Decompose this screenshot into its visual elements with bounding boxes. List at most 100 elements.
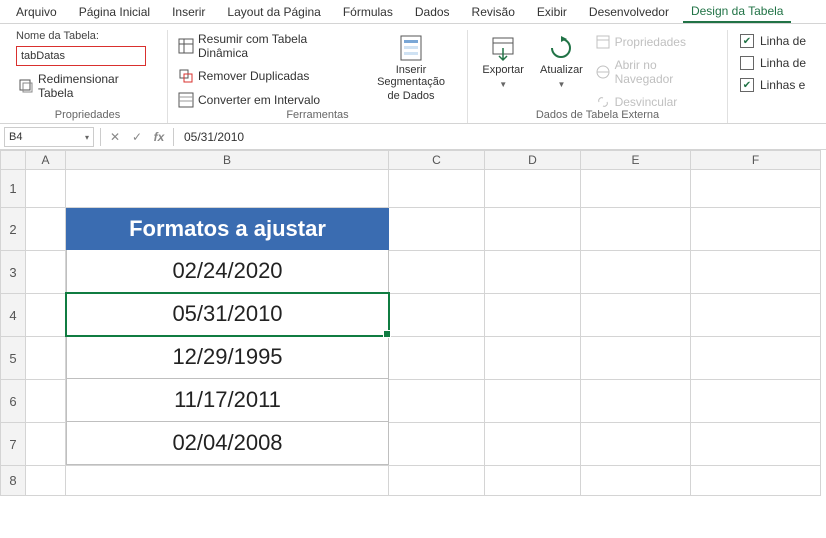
- cell[interactable]: [581, 380, 691, 423]
- cell[interactable]: [691, 380, 821, 423]
- cell[interactable]: [581, 423, 691, 466]
- ribbon-group-tools: Resumir com Tabela Dinâmica Remover Dupl…: [168, 30, 468, 123]
- properties-icon: [595, 34, 611, 50]
- row-header-6[interactable]: 6: [0, 380, 26, 423]
- cell[interactable]: [691, 170, 821, 208]
- cell[interactable]: [389, 337, 485, 380]
- cell[interactable]: [485, 251, 581, 294]
- menu-home[interactable]: Página Inicial: [71, 2, 158, 22]
- cell[interactable]: [389, 251, 485, 294]
- table-row[interactable]: 02/04/2008: [66, 422, 389, 465]
- table-row[interactable]: 05/31/2010: [66, 293, 389, 336]
- cell[interactable]: [389, 423, 485, 466]
- banded-rows-checkbox[interactable]: ✔ Linhas e: [740, 78, 805, 92]
- summarize-pivot-button[interactable]: Resumir com Tabela Dinâmica: [176, 30, 355, 62]
- col-header-B[interactable]: B: [66, 150, 389, 170]
- menu-insert[interactable]: Inserir: [164, 2, 213, 22]
- cell[interactable]: [691, 208, 821, 251]
- col-header-F[interactable]: F: [691, 150, 821, 170]
- export-button[interactable]: Exportar ▼: [476, 30, 530, 112]
- cell[interactable]: [485, 466, 581, 496]
- col-header-C[interactable]: C: [389, 150, 485, 170]
- cell[interactable]: [581, 251, 691, 294]
- convert-range-button[interactable]: Converter em Intervalo: [176, 90, 322, 110]
- menu-review[interactable]: Revisão: [464, 2, 523, 22]
- cell[interactable]: [26, 170, 66, 208]
- row-header-4[interactable]: 4: [0, 294, 26, 337]
- cell[interactable]: [389, 170, 485, 208]
- checkbox-icon: ✔: [740, 78, 754, 92]
- convert-range-label: Converter em Intervalo: [198, 93, 320, 107]
- unlink-label: Desvincular: [615, 95, 678, 109]
- total-row-checkbox[interactable]: Linha de: [740, 56, 806, 70]
- cell[interactable]: [26, 208, 66, 251]
- cancel-formula-icon[interactable]: ✕: [107, 129, 123, 145]
- cell[interactable]: [581, 170, 691, 208]
- row-header-8[interactable]: 8: [0, 466, 26, 496]
- cell[interactable]: [485, 380, 581, 423]
- column-headers: A B C D E F: [0, 150, 826, 170]
- cell[interactable]: [581, 208, 691, 251]
- cell[interactable]: [485, 208, 581, 251]
- cell[interactable]: [26, 251, 66, 294]
- cell[interactable]: [485, 423, 581, 466]
- cell[interactable]: [485, 294, 581, 337]
- cell[interactable]: [389, 208, 485, 251]
- menu-formulas[interactable]: Fórmulas: [335, 2, 401, 22]
- col-header-D[interactable]: D: [485, 150, 581, 170]
- cell[interactable]: [691, 337, 821, 380]
- table-header-cell[interactable]: Formatos a ajustar: [66, 208, 389, 250]
- export-icon: [489, 34, 517, 62]
- cell[interactable]: [66, 466, 389, 496]
- col-header-E[interactable]: E: [581, 150, 691, 170]
- table-row[interactable]: 12/29/1995: [66, 336, 389, 379]
- cell[interactable]: [691, 294, 821, 337]
- cell[interactable]: [26, 423, 66, 466]
- cell[interactable]: [691, 423, 821, 466]
- row-header-5[interactable]: 5: [0, 337, 26, 380]
- cell[interactable]: [581, 337, 691, 380]
- row-header-1[interactable]: 1: [0, 170, 26, 208]
- insert-slicer-button[interactable]: Inserir Segmentação de Dados: [363, 30, 459, 110]
- enter-formula-icon[interactable]: ✓: [129, 129, 145, 145]
- row-header-2[interactable]: 2: [0, 208, 26, 251]
- formula-input[interactable]: [180, 127, 822, 147]
- table-row[interactable]: 11/17/2011: [66, 379, 389, 422]
- insert-function-icon[interactable]: fx: [151, 129, 167, 145]
- menu-table-design[interactable]: Design da Tabela: [683, 1, 792, 23]
- remove-duplicates-button[interactable]: Remover Duplicadas: [176, 66, 311, 86]
- header-row-checkbox[interactable]: ✔ Linha de: [740, 34, 806, 48]
- cell[interactable]: [485, 170, 581, 208]
- insert-slicer-label-1: Inserir Segmentação: [363, 64, 459, 88]
- cell[interactable]: [26, 337, 66, 380]
- table-row[interactable]: 02/24/2020: [66, 250, 389, 293]
- cell[interactable]: [485, 337, 581, 380]
- name-box[interactable]: B4 ▾: [4, 127, 94, 147]
- menu-data[interactable]: Dados: [407, 2, 458, 22]
- menu-page-layout[interactable]: Layout da Página: [219, 2, 328, 22]
- open-browser-button[interactable]: Abrir no Navegador: [593, 56, 719, 88]
- row-header-7[interactable]: 7: [0, 423, 26, 466]
- table-name-input[interactable]: [16, 46, 146, 66]
- cell[interactable]: [389, 294, 485, 337]
- row-header-3[interactable]: 3: [0, 251, 26, 294]
- cell[interactable]: [26, 466, 66, 496]
- cell[interactable]: [691, 466, 821, 496]
- menu-file[interactable]: Arquivo: [8, 2, 65, 22]
- table-properties-button[interactable]: Propriedades: [593, 32, 688, 52]
- menu-view[interactable]: Exibir: [529, 2, 575, 22]
- cell[interactable]: [581, 466, 691, 496]
- cell[interactable]: [26, 380, 66, 423]
- cell[interactable]: [691, 251, 821, 294]
- col-header-A[interactable]: A: [26, 150, 66, 170]
- cell[interactable]: [389, 380, 485, 423]
- summarize-pivot-label: Resumir com Tabela Dinâmica: [198, 32, 353, 60]
- cell[interactable]: [26, 294, 66, 337]
- cell[interactable]: [389, 466, 485, 496]
- cell[interactable]: [66, 170, 389, 208]
- cell[interactable]: [581, 294, 691, 337]
- refresh-button[interactable]: Atualizar ▼: [534, 30, 588, 112]
- resize-table-button[interactable]: Redimensionar Tabela: [16, 70, 159, 102]
- menu-developer[interactable]: Desenvolvedor: [581, 2, 677, 22]
- select-all-corner[interactable]: [0, 150, 26, 170]
